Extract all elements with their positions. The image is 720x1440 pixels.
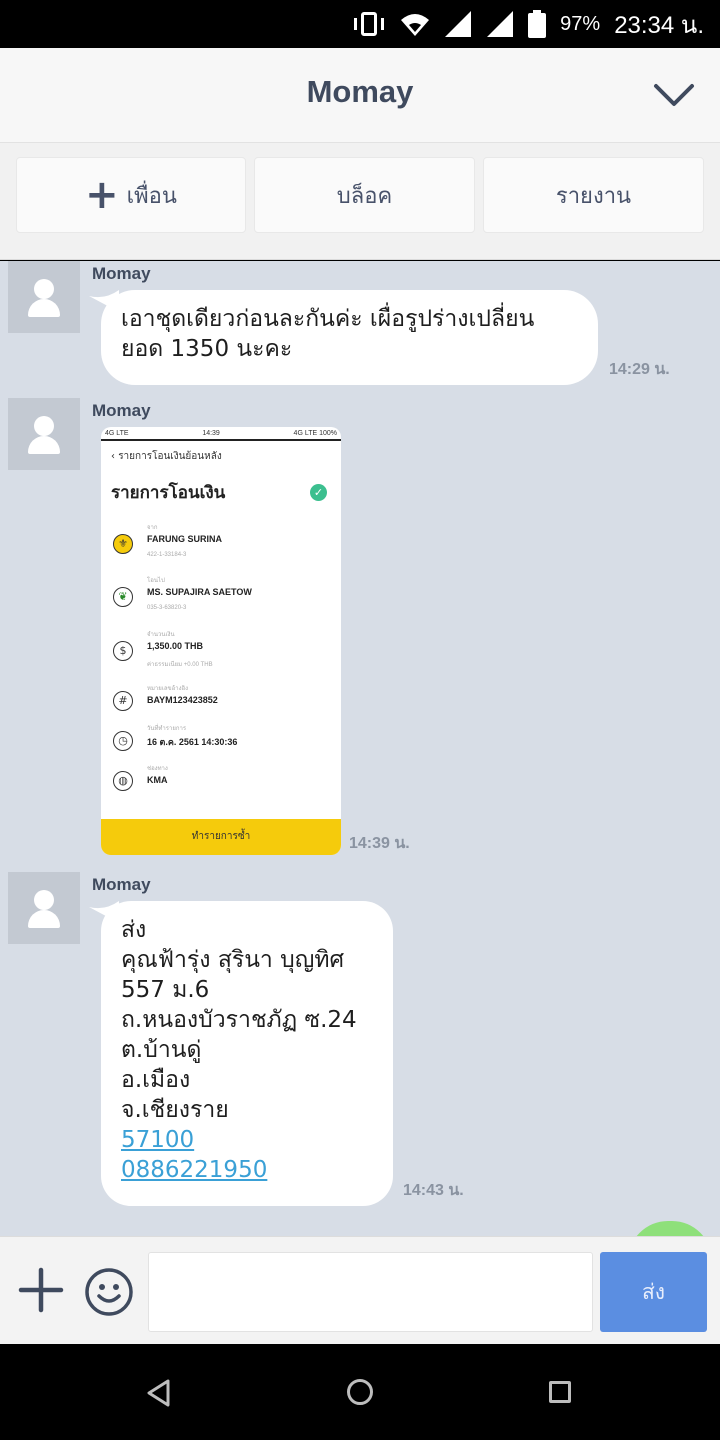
message-text: อ.เมือง [121,1067,191,1093]
battery-icon [528,10,547,38]
row-value: MS. SUPAJIRA SAETOW [147,587,252,597]
back-triangle-icon[interactable] [146,1378,172,1408]
row-value: KMA [147,775,168,785]
sender-name: Momay [92,875,151,894]
chat-header: Momay [0,48,720,143]
message-text: จ.เชียงราย [121,1097,229,1123]
image-back-link: ‹ รายการโอนเงินย้อนหลัง [111,451,222,462]
message-time: 14:39 น. [349,835,410,852]
sender-name: Momay [92,264,151,283]
wifi-icon [401,14,430,36]
message-text: เอาชุดเดียวก่อนละกันค่ะ เผื่อรูปร่างเปลี… [121,306,535,332]
vibrate-icon [352,10,386,38]
hash-icon: # [113,691,133,711]
bubble-tail [89,290,119,312]
globe-icon: ◍ [113,771,133,791]
chevron-down-icon[interactable] [652,80,696,110]
status-icons: 97% 23:34 น. [352,0,704,48]
signal-icon [445,11,472,37]
row-sub: 422-1-33184-3 [147,552,187,558]
clock-icon: ◷ [113,731,133,751]
message-time: 14:43 น. [403,1182,464,1199]
message-bubble[interactable]: ส่ง คุณฟ้ารุ่ง สุรินา บุญทิศ 557 ม.6 ถ.ห… [89,901,393,1206]
avatar[interactable] [8,261,80,333]
message-text: คุณฟ้ารุ่ง สุรินา บุญทิศ [121,947,345,973]
row-value: BAYM123423852 [147,695,218,705]
battery-percent: 97% [560,12,601,35]
image-back-label: รายการโอนเงินย้อนหลัง [118,451,222,462]
image-status-bar: 4G LTE 14:39 4G LTE 100% [101,427,341,441]
image-status-time: 14:39 [202,429,220,437]
report-label: รายงาน [555,183,632,209]
row-label: จาก [147,524,158,531]
signal-icon-2 [487,11,514,37]
row-value: 16 ต.ค. 2561 14:30:36 [147,737,238,747]
phone-link[interactable]: 0886221950 [121,1155,373,1185]
row-sub: 035-3-63820-3 [147,605,187,611]
check-icon: ✓ [310,484,327,501]
chat-area[interactable]: Momay เอาชุดเดียวก่อนละกันค่ะ เผื่อรูปร่… [0,261,720,1236]
home-circle-icon[interactable] [347,1379,373,1405]
row-label: ช่องทาง [147,765,168,772]
dollar-icon: $ [113,641,133,661]
row-value: FARUNG SURINA [147,534,223,544]
row-label: จำนวนเงิน [147,631,175,638]
message-time: 14:29 น. [609,361,670,378]
avatar[interactable] [8,872,80,944]
repeat-transaction-button: ทำรายการซ้ำ [101,819,341,855]
message-text: ต.บ้านดู่ [121,1037,202,1063]
message-bubble[interactable]: เอาชุดเดียวก่อนละกันค่ะ เผื่อรูปร่างเปลี… [89,290,598,385]
plus-icon: + [85,172,119,218]
row-sub: ค่าธรรมเนียม +0.00 THB [147,662,213,668]
message-text: ถ.หนองบัวราชภัฏ ซ.24 [121,1007,357,1033]
add-friend-button[interactable]: + เพื่อน [16,157,246,233]
send-button[interactable]: ส่ง [600,1252,707,1332]
image-status-left: 4G LTE [105,429,129,437]
status-bar: 97% 23:34 น. [0,0,720,48]
message-text: ยอด 1350 นะคะ [121,336,293,362]
plus-icon[interactable] [18,1267,64,1313]
bubble-tail [89,901,119,923]
action-bar: + เพื่อน บล็อค รายงาน [0,143,720,260]
input-bar: ส่ง [0,1236,720,1344]
message-text: ส่ง [121,917,147,943]
row-label: โอนไป [147,577,165,584]
sender-name: Momay [92,401,151,420]
row-label: หมายเลขอ้างอิง [147,685,189,692]
block-button[interactable]: บล็อค [254,157,475,233]
recents-square-icon[interactable] [549,1381,571,1403]
clock: 23:34 น. [614,11,704,39]
image-message[interactable]: 4G LTE 14:39 4G LTE 100% ‹ รายการโอนเงิน… [101,427,341,855]
postal-code-link[interactable]: 57100 [121,1125,373,1155]
image-title: รายการโอนเงิน [111,483,226,503]
add-friend-label: เพื่อน [126,183,177,209]
emoji-icon[interactable] [83,1266,135,1318]
avatar[interactable] [8,398,80,470]
row-value: 1,350.00 THB [147,641,204,651]
chat-title: Momay [306,74,414,109]
navigation-bar [0,1344,720,1440]
message-text: 557 ม.6 [121,977,210,1003]
bank-logo-icon: ❦ [113,587,133,607]
image-status-right: 4G LTE 100% [293,429,337,437]
message-input[interactable] [148,1252,593,1332]
bank-logo-icon: ⚜ [113,534,133,554]
report-button[interactable]: รายงาน [483,157,704,233]
outgoing-message-peek[interactable] [628,1221,712,1236]
block-label: บล็อค [336,183,393,209]
row-label: วันที่ทำรายการ [147,725,187,732]
